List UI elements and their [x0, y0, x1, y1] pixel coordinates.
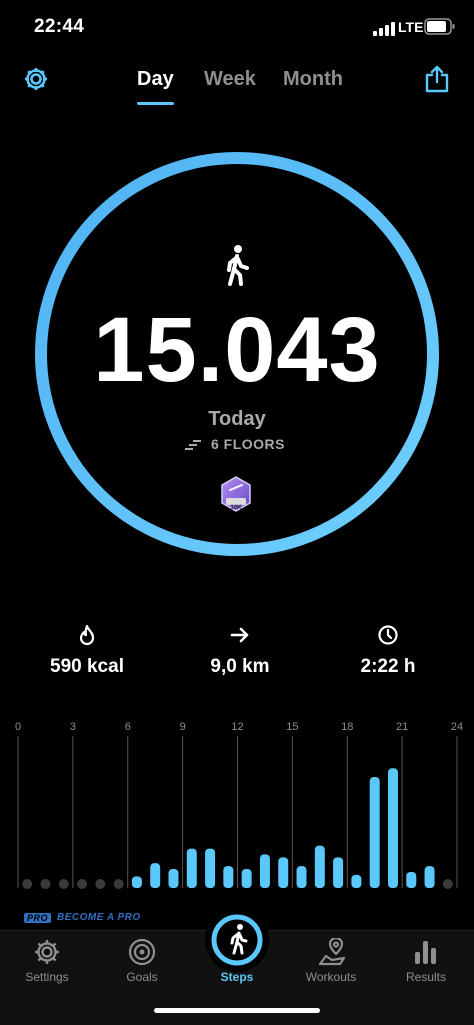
chart-bar	[205, 848, 216, 888]
tab-goals[interactable]: Goals	[102, 970, 182, 984]
signal-icon	[373, 22, 395, 36]
chart-bar	[296, 866, 307, 888]
chart-bar	[387, 768, 398, 888]
chart-bar	[223, 866, 234, 888]
become-pro-link[interactable]: PRO BECOME A PRO	[24, 912, 141, 923]
chart-bar	[131, 876, 142, 888]
flame-icon	[79, 624, 95, 646]
clock-icon	[378, 625, 398, 645]
tab-steps[interactable]: Steps	[197, 970, 277, 984]
target-icon[interactable]	[128, 938, 156, 966]
step-count: 15.043	[93, 299, 381, 401]
chart-bar-empty	[442, 879, 453, 889]
chart-bar	[369, 777, 380, 888]
network-label: LTE	[398, 19, 424, 35]
bar-chart-icon[interactable]	[412, 938, 440, 966]
chart-tick-label: 15	[286, 721, 298, 733]
chart-bar-empty	[22, 879, 33, 889]
chart-tick-label: 21	[396, 721, 408, 733]
become-pro-label: BECOME A PRO	[57, 912, 141, 923]
floors-count: 6 FLOORS	[185, 436, 285, 452]
tab-workouts[interactable]: Workouts	[291, 970, 371, 984]
chart-bar	[314, 845, 325, 888]
badge-label: 10K	[230, 505, 242, 511]
gear-icon[interactable]	[33, 938, 61, 966]
chart-bar	[241, 869, 252, 888]
chart-bar	[168, 869, 179, 888]
distance-value: 9,0 km	[210, 656, 270, 677]
map-pin-icon[interactable]	[318, 938, 346, 966]
chart-bar	[351, 874, 362, 888]
chart-bar-empty	[58, 879, 69, 889]
stairs-icon	[185, 440, 201, 450]
gear-icon[interactable]	[22, 65, 50, 93]
steps-progress-icon[interactable]	[209, 912, 265, 968]
tab-settings[interactable]: Settings	[7, 970, 87, 984]
chart-bar	[278, 857, 289, 888]
duration-value: 2:22 h	[360, 656, 416, 677]
chart-tick-label: 6	[125, 721, 131, 733]
chart-bar	[406, 871, 417, 888]
tab-day[interactable]: Day	[137, 68, 174, 91]
walker-icon	[227, 245, 249, 286]
chart-bar-empty	[95, 879, 106, 889]
chart-bar	[186, 848, 197, 888]
calories-value: 590 kcal	[50, 656, 124, 677]
chart-bar-empty	[77, 879, 88, 889]
status-time: 22:44	[34, 16, 85, 37]
battery-icon	[424, 18, 455, 35]
tab-month[interactable]: Month	[283, 68, 343, 91]
chart-bar-empty	[113, 879, 124, 889]
home-indicator	[154, 1008, 320, 1013]
chart-bar	[333, 857, 344, 888]
chart-bar	[259, 854, 270, 888]
share-icon[interactable]	[423, 64, 451, 94]
chart-tick-label: 18	[341, 721, 353, 733]
chart-tick-label: 24	[451, 721, 463, 733]
chart-tick-label: 12	[231, 721, 243, 733]
chart-bar-empty	[40, 879, 51, 889]
chart-bar	[424, 866, 435, 888]
active-tab-indicator	[137, 102, 174, 105]
chart-tick-label: 0	[15, 721, 21, 733]
chart-tick-label: 3	[70, 721, 76, 733]
tab-results[interactable]: Results	[386, 970, 466, 984]
hourly-steps-chart[interactable]: 0 3 6 9 12 15 18 21 24	[0, 714, 474, 894]
tab-week[interactable]: Week	[204, 68, 256, 91]
period-label: Today	[208, 408, 266, 430]
arrow-right-icon	[230, 627, 249, 643]
pro-tag: PRO	[24, 912, 52, 923]
chart-bar	[150, 863, 161, 888]
floors-label: 6 FLOORS	[211, 436, 286, 452]
chart-tick-label: 9	[180, 721, 186, 733]
